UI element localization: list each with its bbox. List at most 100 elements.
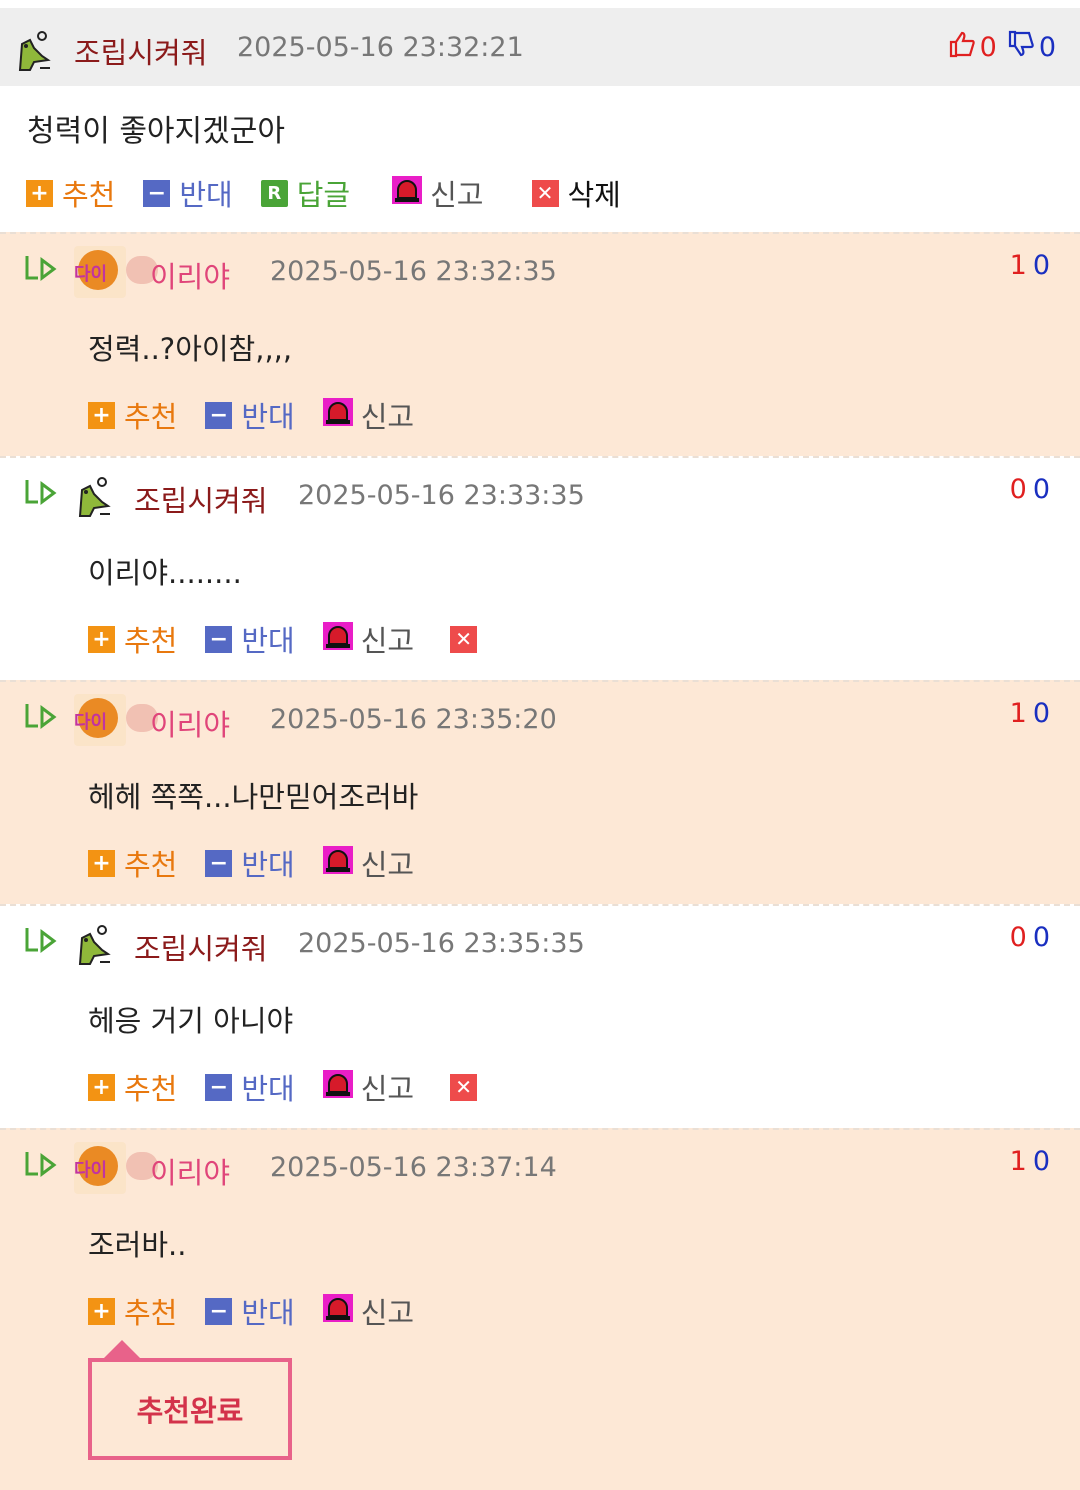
reply-actions: + 추천 − 반대 신고 [88, 1290, 450, 1332]
close-icon: ✕ [450, 1073, 478, 1101]
recommend-label: 추천 [62, 178, 116, 212]
recommend-button[interactable]: + 추천 [88, 1066, 177, 1108]
comment-thread: 조립시켜줘 2025-05-16 23:32:21 0 0 청력이 좋아지겠군아… [0, 8, 1080, 1490]
minus-icon: − [205, 1297, 233, 1325]
dino-avatar-icon[interactable] [12, 30, 52, 78]
reply-arrow-icon [24, 1150, 58, 1184]
author-name[interactable]: 이리야 [150, 1150, 230, 1192]
reply-actions: + 추천 − 반대 신고 ✕ [88, 1066, 514, 1108]
recommend-button[interactable]: + 추천 [26, 172, 115, 214]
recommend-button[interactable]: + 추천 [88, 394, 177, 436]
siren-icon [322, 845, 353, 881]
oppose-button[interactable]: − 반대 [143, 172, 233, 214]
comment-actions: + 추천 − 반대 R 답글 신고 ✕ 삭제 [26, 172, 649, 214]
reply-actions: + 추천 − 반대 신고 [88, 842, 450, 884]
report-button[interactable]: 신고 [322, 394, 414, 436]
vote-counts: 00 [1009, 922, 1056, 953]
reply-item: 다이 이리야 2025-05-16 23:35:20 10 헤헤 쪽쪽...나만… [0, 680, 1080, 904]
reply-text: 이리야........ [88, 556, 242, 590]
plus-icon: + [88, 1297, 115, 1325]
reply-text: 정력..?아이참,,,, [88, 332, 293, 366]
recommend-button[interactable]: + 추천 [88, 1290, 177, 1332]
report-button[interactable]: 신고 [322, 618, 414, 660]
siren-icon [322, 621, 353, 657]
minus-icon: − [143, 179, 171, 207]
reply-text: 조러바.. [88, 1228, 187, 1262]
reply-label: 답글 [296, 178, 351, 212]
siren-icon [322, 1293, 353, 1329]
recommend-complete-popup: 추천완료 [88, 1340, 292, 1460]
avatar[interactable]: 다이 [74, 246, 126, 298]
close-icon: ✕ [531, 179, 559, 207]
delete-button[interactable]: ✕ [450, 625, 486, 653]
report-button[interactable]: 신고 [392, 172, 484, 214]
minus-icon: − [205, 401, 233, 429]
comment-text: 청력이 좋아지겠군아 [27, 114, 285, 149]
close-icon: ✕ [450, 625, 478, 653]
report-button[interactable]: 신고 [322, 1066, 414, 1108]
reply-item: 조립시켜줘 2025-05-16 23:33:35 00 이리야........… [0, 456, 1080, 680]
siren-icon [322, 1069, 353, 1105]
thumbs-down-icon[interactable] [1007, 30, 1035, 65]
author-name[interactable]: 이리야 [150, 702, 230, 744]
oppose-button[interactable]: − 반대 [205, 842, 295, 884]
minus-icon: − [205, 625, 233, 653]
avatar[interactable]: 다이 [74, 694, 126, 746]
reply-arrow-icon [24, 254, 58, 288]
reply-arrow-icon [24, 926, 58, 960]
vote-counts: 10 [1009, 250, 1056, 281]
recommend-button[interactable]: + 추천 [88, 842, 177, 884]
reply-text: 헤응 거기 아니야 [88, 1004, 294, 1038]
dino-avatar-icon[interactable] [72, 476, 112, 524]
reply-item: 다이 이리야 2025-05-16 23:32:35 10 정력..?아이참,,… [0, 232, 1080, 456]
timestamp: 2025-05-16 23:35:35 [298, 928, 585, 959]
reply-item: 조립시켜줘 2025-05-16 23:35:35 00 헤응 거기 아니야 +… [0, 904, 1080, 1128]
reply-icon: R [260, 179, 288, 207]
author-name[interactable]: 조립시켜줘 [134, 926, 267, 968]
timestamp: 2025-05-16 23:33:35 [298, 480, 585, 511]
comment-header: 조립시켜줘 2025-05-16 23:32:21 0 0 [0, 8, 1080, 86]
report-button[interactable]: 신고 [322, 1290, 414, 1332]
vote-counts: 0 0 [948, 30, 1056, 65]
plus-icon: + [88, 1073, 115, 1101]
dino-avatar-icon[interactable] [72, 924, 112, 972]
timestamp: 2025-05-16 23:32:21 [237, 32, 524, 63]
reply-button[interactable]: R 답글 [260, 172, 351, 214]
siren-icon [392, 175, 423, 211]
siren-icon [322, 397, 353, 433]
delete-label: 삭제 [567, 178, 621, 212]
reply-actions: + 추천 − 반대 신고 [88, 394, 450, 436]
vote-counts: 10 [1009, 1146, 1056, 1177]
plus-icon: + [88, 401, 115, 429]
author-name[interactable]: 이리야 [150, 254, 230, 296]
plus-icon: + [88, 849, 115, 877]
comment-body: 청력이 좋아지겠군아 + 추천 − 반대 R 답글 신고 ✕ 삭제 [0, 86, 1080, 232]
down-count: 0 [1038, 32, 1056, 63]
oppose-button[interactable]: − 반대 [205, 1066, 295, 1108]
report-button[interactable]: 신고 [322, 842, 414, 884]
oppose-button[interactable]: − 반대 [205, 618, 295, 660]
timestamp: 2025-05-16 23:35:20 [270, 704, 557, 735]
reply-actions: + 추천 − 반대 신고 ✕ [88, 618, 514, 660]
vote-counts: 00 [1009, 474, 1056, 505]
minus-icon: − [205, 1073, 233, 1101]
recommend-button[interactable]: + 추천 [88, 618, 177, 660]
avatar[interactable]: 다이 [74, 1142, 126, 1194]
reply-arrow-icon [24, 478, 58, 512]
reply-arrow-icon [24, 702, 58, 736]
report-label: 신고 [430, 178, 484, 212]
delete-button[interactable]: ✕ [450, 1073, 486, 1101]
author-name[interactable]: 조립시켜줘 [74, 30, 207, 72]
plus-icon: + [26, 179, 53, 207]
plus-icon: + [88, 625, 115, 653]
author-name[interactable]: 조립시켜줘 [134, 478, 267, 520]
oppose-button[interactable]: − 반대 [205, 1290, 295, 1332]
delete-button[interactable]: ✕ 삭제 [531, 172, 621, 214]
vote-counts: 10 [1009, 698, 1056, 729]
popup-text: 추천완료 [136, 1394, 244, 1428]
timestamp: 2025-05-16 23:32:35 [270, 256, 557, 287]
oppose-button[interactable]: − 반대 [205, 394, 295, 436]
up-count: 0 [979, 32, 997, 63]
thumbs-up-icon[interactable] [948, 30, 976, 65]
minus-icon: − [205, 849, 233, 877]
